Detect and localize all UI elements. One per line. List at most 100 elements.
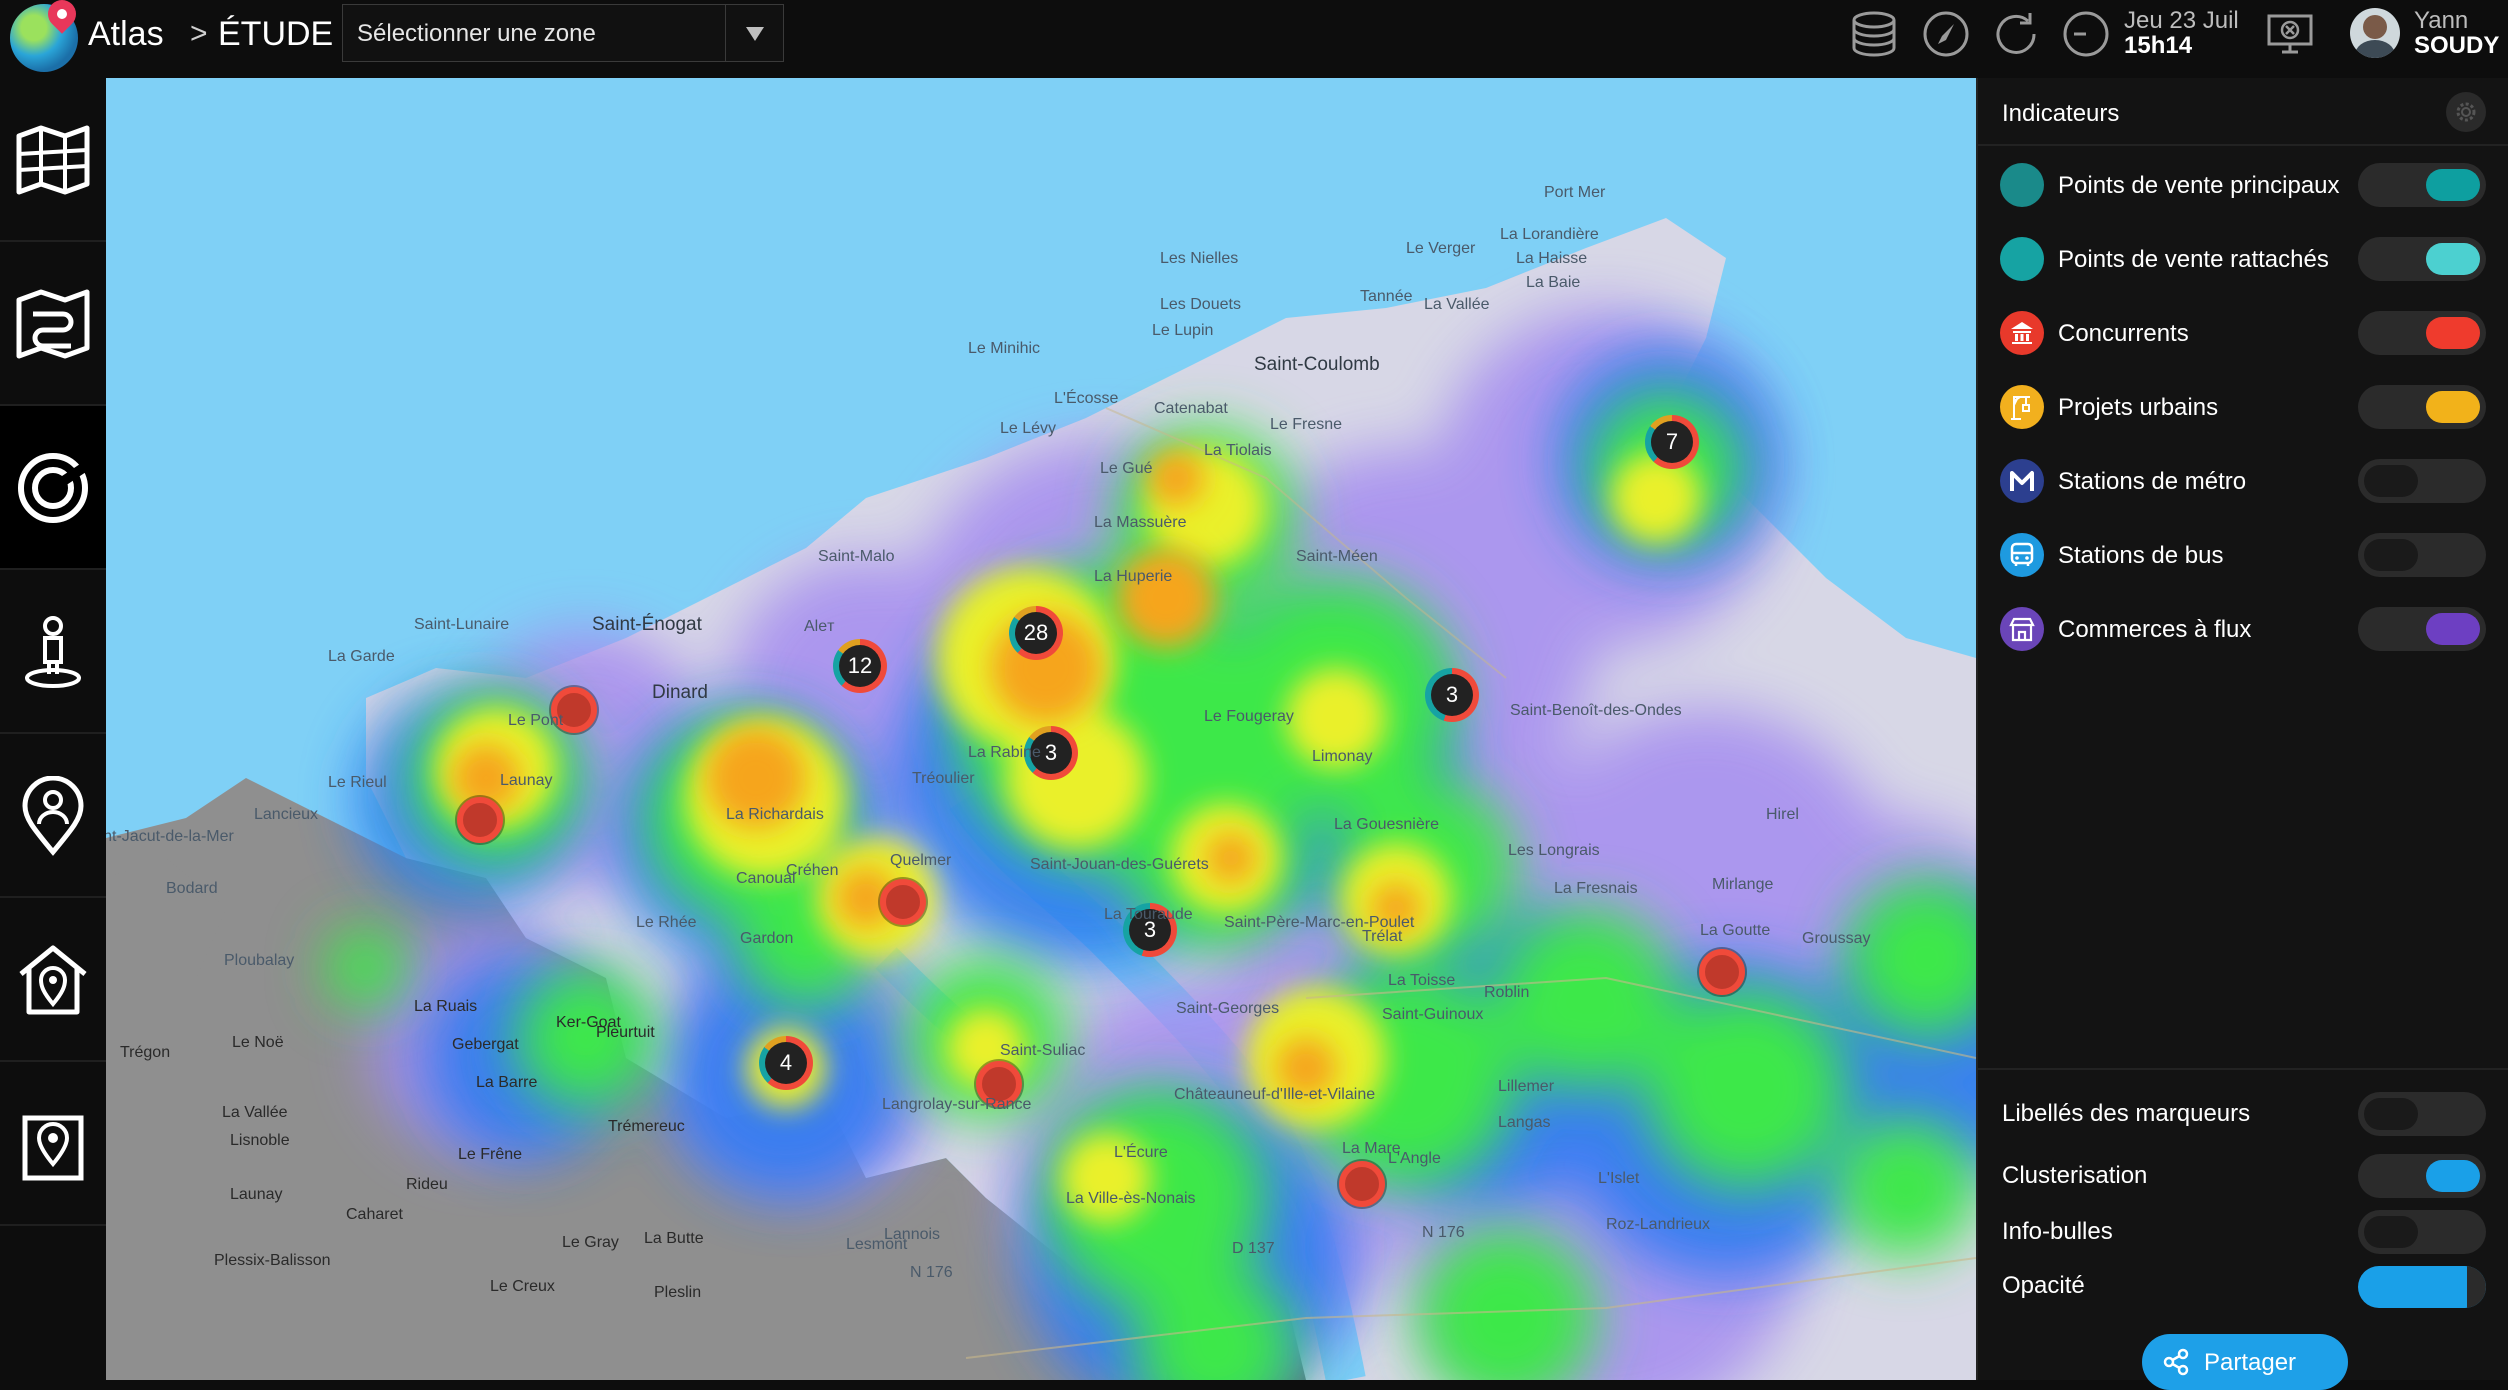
indicator-toggle[interactable] [2358,311,2486,355]
map-place-label: Saint-Georges [1176,1000,1280,1017]
cluster-marker[interactable]: 4 [759,1036,813,1090]
user-avatar[interactable] [2350,8,2400,58]
map-place-label: Groussay [1802,930,1871,947]
database-icon[interactable] [1848,8,1900,60]
indicator-label: Concurrents [2058,320,2189,347]
indicator-label: Points de vente principaux [2058,172,2340,199]
heatmap-map[interactable]: 7 12 28 3 3 3 4 Les Nielles Le Verger Port… [106,78,1976,1380]
map-place-label: Le Pont [508,712,564,729]
map-place-label: Limonay [1312,748,1373,765]
map-place-label: La Vallée [1424,296,1490,313]
map-place-label: Caharet [346,1206,403,1223]
option-toggle[interactable] [2358,1210,2486,1254]
cluster-marker[interactable]: 3 [1425,668,1479,722]
clock-icon[interactable] [2060,8,2112,60]
opacity-slider[interactable] [2358,1266,2486,1308]
option-row: Libellés des marqueurs [1978,1086,2508,1142]
map-place-label: Trémereuc [608,1118,685,1135]
opacity-row: Opacité [1978,1258,2508,1314]
map-place-label: Hirel [1766,806,1799,823]
indicator-row: Concurrents [1978,296,2508,370]
map-pin-card-icon [22,1115,84,1181]
app-name[interactable]: Atlas [88,14,164,54]
breadcrumb-separator: > [190,17,208,50]
nav-item-person-location[interactable] [0,570,106,734]
compass-icon[interactable] [1920,8,1972,60]
zone-select-toggle[interactable] [725,5,783,61]
map-place-label: Les Nielles [1160,250,1239,267]
user-pin-icon [22,776,84,856]
map-place-label: Le Frêne [458,1146,523,1163]
screen-icon[interactable] [2264,8,2316,60]
breadcrumb[interactable]: ÉTUDE [218,14,333,54]
map-place-label: Le Creux [490,1278,555,1295]
map-place-label: Saint-Lunaire [414,616,510,633]
map-place-label: La Baie [1526,274,1581,291]
indicator-toggle[interactable] [2358,163,2486,207]
nav-item-map[interactable] [0,78,106,242]
shop-icon [2000,607,2044,651]
map-place-label: Saint-Coulomb [1254,354,1380,375]
share-label: Partager [2204,1349,2297,1376]
map-place-label: La Lorandière [1500,226,1599,243]
map-place-label: La Goutte [1700,922,1771,939]
map-place-label: N 176 [910,1264,953,1281]
indicator-row: Points de vente rattachés [1978,222,2508,296]
map-place-label: Tannée [1360,288,1413,305]
map-place-label: Gebergat [452,1036,519,1053]
panel-header: Indicateurs [1978,78,2508,146]
map-place-label: Plessix-Balisson [214,1252,331,1269]
map-place-label: La Tiolais [1204,442,1272,459]
map-place-label: Saint-Méen [1296,548,1378,565]
nav-item-route[interactable] [0,242,106,406]
indicator-toggle[interactable] [2358,607,2486,651]
map-place-label: La Haisse [1516,250,1588,267]
cluster-count: 3 [1431,674,1473,716]
map-place-label: La Garde [328,648,395,665]
map-place-label: Saint-Guinoux [1382,1006,1484,1023]
refresh-icon[interactable] [1990,8,2042,60]
map-place-label: Saint-Énogat [592,614,702,635]
person-location-icon [25,616,81,688]
indicator-row: Stations de bus [1978,518,2508,592]
competitor-marker[interactable] [880,879,926,925]
map-place-label: Launay [230,1186,283,1203]
option-label: Info-bulles [2002,1218,2113,1245]
zone-select[interactable]: Sélectionner une zone [342,4,784,62]
map-place-label: Port Mer [1544,184,1606,201]
map-place-label: Saint-Suliac [1000,1042,1086,1059]
map-place-label: Le Gué [1100,460,1153,477]
competitor-marker[interactable] [1339,1161,1385,1207]
map-place-label: Le Verger [1406,240,1476,257]
nav-item-pin-card[interactable] [0,1062,106,1226]
crane-icon [2000,385,2044,429]
indicator-toggle[interactable] [2358,459,2486,503]
share-icon [2163,1348,2189,1376]
indicator-toggle[interactable] [2358,237,2486,281]
competitor-marker[interactable] [1699,949,1745,995]
nav-item-home-pin[interactable] [0,898,106,1062]
option-toggle[interactable] [2358,1154,2486,1198]
competitor-marker[interactable] [457,797,503,843]
cluster-marker[interactable]: 7 [1645,415,1699,469]
user-last-name: SOUDY [2414,32,2500,59]
map-place-label: Quelmer [890,852,952,869]
share-button[interactable]: Partager [2142,1334,2348,1390]
settings-button[interactable] [2446,92,2486,132]
cluster-marker[interactable]: 12 [833,639,887,693]
map-place-label: Mirlange [1712,876,1774,893]
map-place-label: N 176 [1422,1224,1465,1241]
zone-select-placeholder: Sélectionner une zone [357,20,596,47]
indicator-row: Stations de métro [1978,444,2508,518]
opacity-label: Opacité [2002,1272,2085,1299]
cluster-marker[interactable]: 28 [1009,606,1063,660]
indicator-toggle[interactable] [2358,385,2486,429]
indicators-panel: Indicateurs Points de vente principaux Po… [1976,78,2508,1390]
indicator-toggle[interactable] [2358,533,2486,577]
nav-item-user-pin[interactable] [0,734,106,898]
option-toggle[interactable] [2358,1092,2486,1136]
nav-item-target[interactable] [0,406,106,570]
gear-icon [2456,102,2476,122]
bank-icon [2000,311,2044,355]
date-label: Jeu 23 Juil [2124,7,2239,34]
